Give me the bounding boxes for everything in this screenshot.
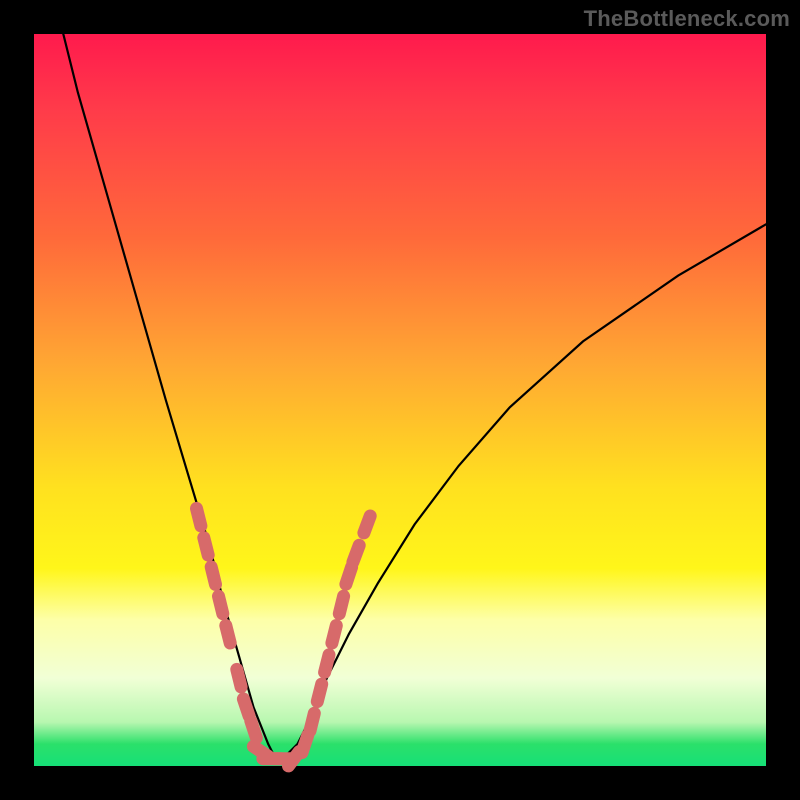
marker [346,567,352,584]
marker-group [197,508,371,766]
chart-frame: TheBottleneck.com [0,0,800,800]
marker [332,626,336,644]
marker [219,596,223,614]
marker [197,508,201,526]
marker [310,713,314,731]
marker [339,596,343,614]
marker [325,655,329,673]
marker [243,699,249,716]
marker [353,545,359,562]
watermark-text: TheBottleneck.com [584,6,790,32]
marker [226,626,230,644]
plot-area [34,34,766,766]
marker [204,538,208,555]
marker [302,736,308,753]
bottleneck-curve [63,34,766,759]
marker [364,516,370,533]
marker [237,669,241,687]
curve-svg [34,34,766,766]
marker [211,567,215,585]
marker [317,684,321,701]
marker [251,721,257,738]
